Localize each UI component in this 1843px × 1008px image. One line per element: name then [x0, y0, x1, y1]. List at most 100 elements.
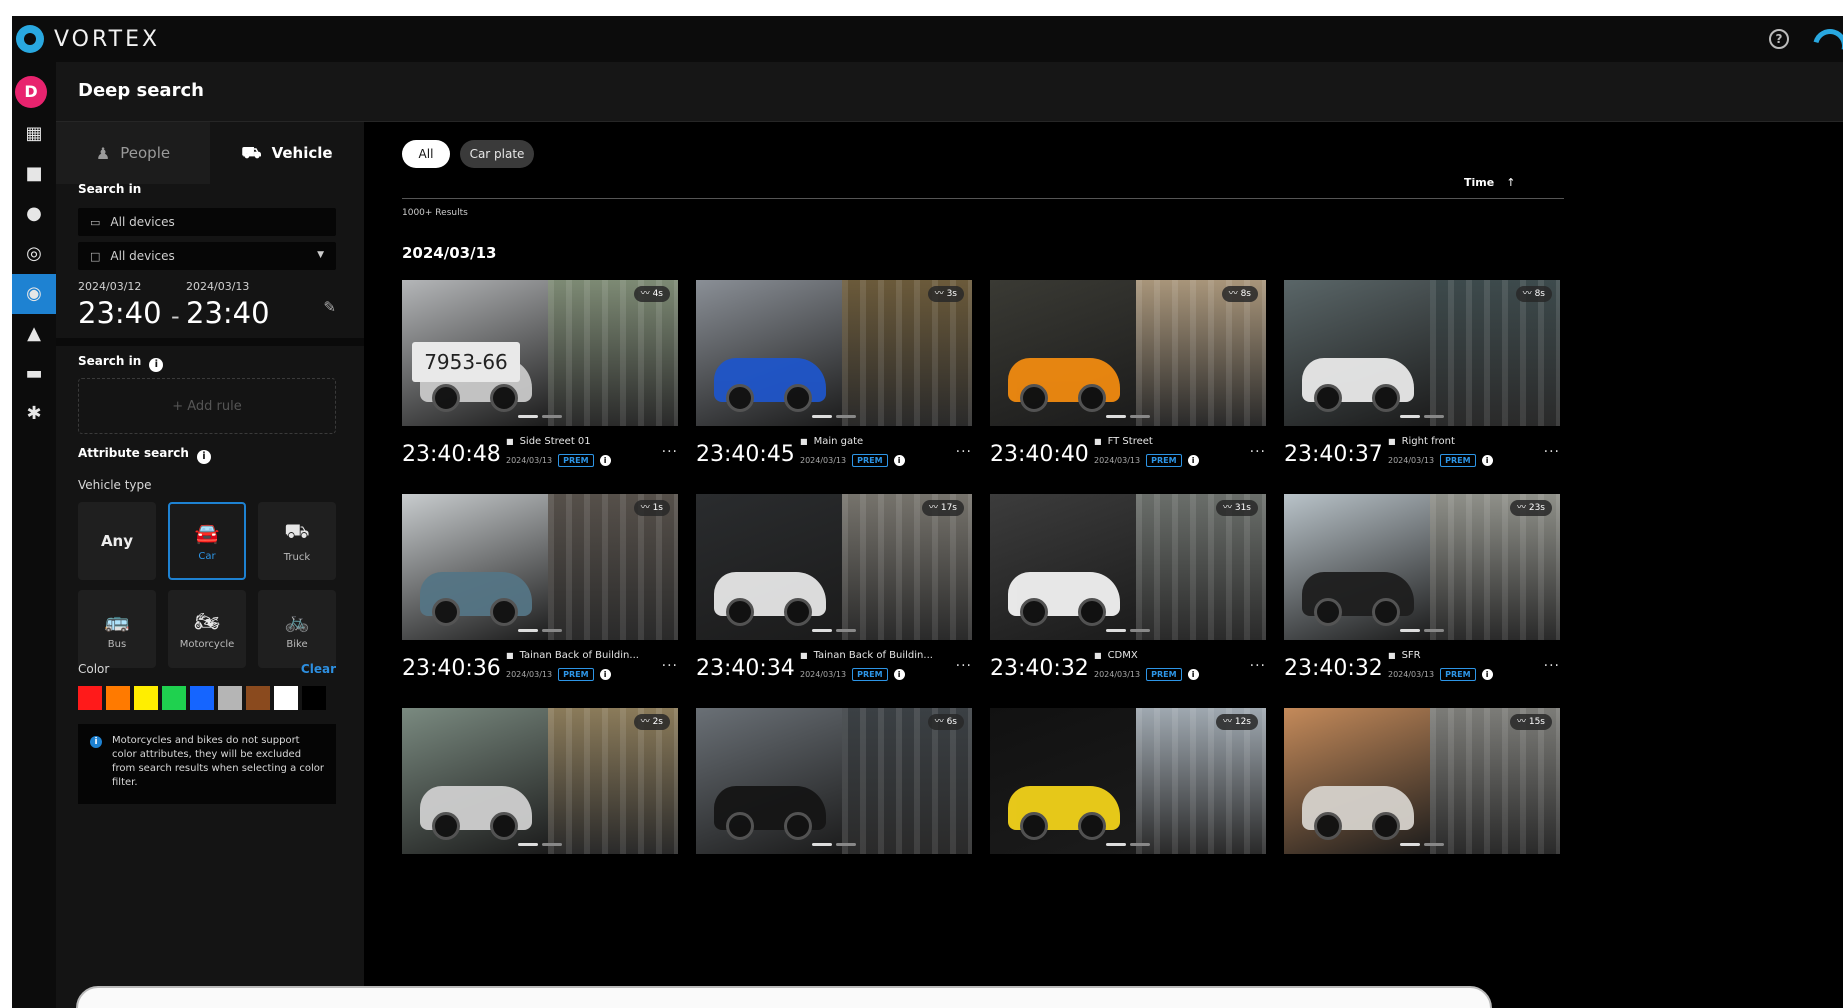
- result-thumbnail[interactable]: 〰 17s: [696, 494, 972, 640]
- result-thumbnail[interactable]: 〰 1s: [402, 494, 678, 640]
- avatar[interactable]: D: [15, 76, 47, 108]
- result-card[interactable]: 〰 17s 23:40:34 ■ Tainan Back of Buildin... 2…: [696, 494, 972, 692]
- thumbnail-pager[interactable]: [1400, 843, 1444, 846]
- rail-item-analytics[interactable]: ◎: [12, 234, 56, 274]
- search-in-rules-label: Search in i: [78, 354, 164, 372]
- info-icon[interactable]: i: [149, 358, 164, 372]
- more-icon[interactable]: ···: [662, 658, 678, 674]
- rail-item-archive[interactable]: ▬: [12, 354, 56, 394]
- result-card[interactable]: 〰 23s 23:40:32 ■ SFR 2024/03/13 PREM i ···: [1284, 494, 1560, 692]
- tab-people[interactable]: ♟ People: [56, 122, 210, 184]
- rail-item-bell[interactable]: ▲: [12, 314, 56, 354]
- color-swatch[interactable]: [274, 686, 298, 710]
- info-icon[interactable]: i: [1187, 455, 1199, 466]
- filter-chip-car-plate[interactable]: Car plate: [460, 140, 534, 168]
- result-card[interactable]: 〰 31s 23:40:32 ■ CDMX 2024/03/13 PREM i ···: [990, 494, 1266, 692]
- date-range[interactable]: 2024/03/12 23:40 - 2024/03/13 23:40 ✎: [78, 280, 336, 336]
- color-swatch[interactable]: [246, 686, 270, 710]
- result-card[interactable]: 〰 2s: [402, 708, 678, 906]
- more-icon[interactable]: ···: [956, 444, 972, 460]
- info-icon[interactable]: i: [599, 455, 611, 466]
- rail-item-person[interactable]: ●: [12, 194, 56, 234]
- color-swatch[interactable]: [162, 686, 186, 710]
- color-swatch[interactable]: [106, 686, 130, 710]
- vehicle-image: [420, 572, 532, 626]
- thumbnail-pager[interactable]: [1400, 415, 1444, 418]
- rail-item-settings[interactable]: ✱: [12, 394, 56, 434]
- result-thumbnail[interactable]: 〰 15s: [1284, 708, 1560, 854]
- filter-chip-all[interactable]: All: [402, 140, 450, 168]
- info-icon[interactable]: i: [1481, 455, 1493, 466]
- pager-dot: [1424, 415, 1444, 418]
- pencil-icon[interactable]: ✎: [323, 298, 336, 316]
- result-card[interactable]: 〰 1s 23:40:36 ■ Tainan Back of Buildin... 20…: [402, 494, 678, 692]
- color-swatch[interactable]: [302, 686, 326, 710]
- result-thumbnail[interactable]: 〰 8s: [1284, 280, 1560, 426]
- vehicle-snapshot: [402, 494, 548, 640]
- vehicle-type-motorcycle[interactable]: 🏍 Motorcycle: [168, 590, 246, 668]
- rail-item-camera[interactable]: ■: [12, 154, 56, 194]
- result-card[interactable]: 〰 6s: [696, 708, 972, 906]
- thumbnail-pager[interactable]: [1106, 843, 1150, 846]
- vehicle-type-truck[interactable]: ⛟ Truck: [258, 502, 336, 580]
- thumbnail-pager[interactable]: [812, 843, 856, 846]
- add-rule-button[interactable]: + Add rule: [78, 378, 336, 434]
- vehicle-type-car[interactable]: 🚘 Car: [168, 502, 246, 580]
- result-thumbnail[interactable]: 〰 6s: [696, 708, 972, 854]
- thumbnail-pager[interactable]: [1400, 629, 1444, 632]
- rail-item-dashboard[interactable]: ▦: [12, 114, 56, 154]
- rail-item-deep-search[interactable]: ◉: [12, 274, 56, 314]
- pager-dot: [518, 843, 538, 846]
- result-card[interactable]: 〰 8s 23:40:40 ■ FT Street 2024/03/13 PREM i ···: [990, 280, 1266, 478]
- more-icon[interactable]: ···: [1250, 658, 1266, 674]
- color-swatch[interactable]: [218, 686, 242, 710]
- result-card[interactable]: 〰 15s: [1284, 708, 1560, 906]
- vehicle-type-bus[interactable]: 🚌 Bus: [78, 590, 156, 668]
- devices-input[interactable]: ▭ All devices: [78, 208, 336, 236]
- result-card[interactable]: 〰 12s: [990, 708, 1266, 906]
- result-thumbnail[interactable]: 〰 2s: [402, 708, 678, 854]
- info-icon[interactable]: i: [196, 450, 211, 464]
- more-icon[interactable]: ···: [1544, 658, 1560, 674]
- duration-text: 4s: [652, 289, 663, 299]
- result-thumbnail[interactable]: 7953-66 〰 4s: [402, 280, 678, 426]
- devices-select[interactable]: □ All devices ▼: [78, 242, 336, 270]
- info-icon[interactable]: i: [599, 669, 611, 680]
- thumbnail-pager[interactable]: [1106, 629, 1150, 632]
- result-thumbnail[interactable]: 〰 23s: [1284, 494, 1560, 640]
- result-card[interactable]: 〰 3s 23:40:45 ■ Main gate 2024/03/13 PREM i ···: [696, 280, 972, 478]
- info-icon[interactable]: i: [1187, 669, 1199, 680]
- thumbnail-pager[interactable]: [1106, 415, 1150, 418]
- vehicle-type-bike[interactable]: 🚲 Bike: [258, 590, 336, 668]
- vehicle-type-any[interactable]: Any: [78, 502, 156, 580]
- more-icon[interactable]: ···: [1250, 444, 1266, 460]
- info-icon[interactable]: i: [1481, 669, 1493, 680]
- thumbnail-pager[interactable]: [518, 843, 562, 846]
- info-icon[interactable]: i: [893, 455, 905, 466]
- more-icon[interactable]: ···: [1544, 444, 1560, 460]
- more-icon[interactable]: ···: [662, 444, 678, 460]
- info-icon[interactable]: i: [893, 669, 905, 680]
- color-swatch[interactable]: [190, 686, 214, 710]
- result-thumbnail[interactable]: 〰 31s: [990, 494, 1266, 640]
- result-thumbnail[interactable]: 〰 3s: [696, 280, 972, 426]
- tab-vehicle[interactable]: ⛟ Vehicle: [210, 122, 364, 184]
- thumbnail-pager[interactable]: [518, 415, 562, 418]
- color-swatch[interactable]: [134, 686, 158, 710]
- result-thumbnail[interactable]: 〰 8s: [990, 280, 1266, 426]
- sort-time-button[interactable]: Time ↑: [1464, 176, 1515, 189]
- vehicle-image: [1008, 358, 1120, 412]
- result-thumbnail[interactable]: 〰 12s: [990, 708, 1266, 854]
- thumbnail-pager[interactable]: [518, 629, 562, 632]
- color-swatch[interactable]: [78, 686, 102, 710]
- settings-icon: ✱: [26, 403, 42, 424]
- camera-icon: ■: [800, 437, 808, 446]
- result-card[interactable]: 〰 8s 23:40:37 ■ Right front 2024/03/13 PREM i ·…: [1284, 280, 1560, 478]
- more-icon[interactable]: ···: [956, 658, 972, 674]
- help-icon[interactable]: ?: [1769, 29, 1789, 49]
- result-card[interactable]: 7953-66 〰 4s 23:40:48 ■ Side Street 01 2024/0…: [402, 280, 678, 478]
- result-meta: 23:40:36 ■ Tainan Back of Buildin... 2024/0…: [402, 650, 678, 690]
- thumbnail-pager[interactable]: [812, 629, 856, 632]
- clear-colors-link[interactable]: Clear: [301, 662, 336, 676]
- thumbnail-pager[interactable]: [812, 415, 856, 418]
